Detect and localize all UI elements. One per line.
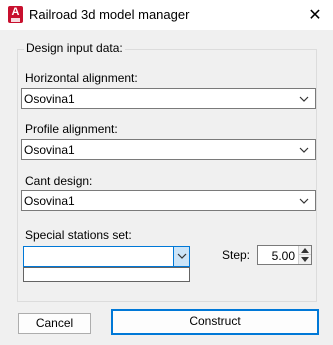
chevron-down-icon — [299, 147, 309, 153]
step-increment-button[interactable] — [299, 246, 311, 255]
horizontal-alignment-label: Horizontal alignment: — [25, 71, 138, 85]
cant-design-value: Osovina1 — [24, 194, 75, 208]
special-stations-dropdown-list[interactable] — [23, 267, 190, 282]
horizontal-alignment-value: Osovina1 — [24, 92, 75, 106]
autocad-icon: A — [8, 6, 23, 23]
title-bar: A Railroad 3d model manager ✕ — [0, 0, 333, 30]
dropdown-toggle-button[interactable] — [173, 247, 189, 266]
caret-down-icon — [301, 257, 309, 262]
special-stations-combobox[interactable] — [23, 246, 190, 267]
step-label: Step: — [222, 248, 251, 262]
step-decrement-button[interactable] — [299, 255, 311, 264]
step-spinbox[interactable]: 5.00 — [257, 245, 312, 265]
chevron-down-icon — [177, 253, 187, 259]
profile-alignment-combobox[interactable]: Osovina1 — [21, 139, 316, 160]
cant-design-combobox[interactable]: Osovina1 — [21, 190, 316, 211]
close-button[interactable]: ✕ — [297, 0, 333, 30]
close-icon: ✕ — [308, 7, 322, 24]
special-stations-label: Special stations set: — [25, 228, 132, 242]
cancel-button[interactable]: Cancel — [18, 313, 91, 334]
horizontal-alignment-combobox[interactable]: Osovina1 — [21, 88, 316, 109]
step-value: 5.00 — [271, 249, 295, 263]
profile-alignment-value: Osovina1 — [24, 143, 75, 157]
spin-arrows — [298, 246, 311, 264]
chevron-down-icon — [299, 96, 309, 102]
window-title: Railroad 3d model manager — [29, 7, 190, 22]
chevron-down-icon — [299, 198, 309, 204]
construct-button[interactable]: Construct — [111, 309, 319, 335]
cant-design-label: Cant design: — [25, 174, 93, 188]
groupbox-legend: Design input data: — [24, 41, 125, 55]
caret-up-icon — [301, 248, 309, 253]
profile-alignment-label: Profile alignment: — [25, 122, 118, 136]
